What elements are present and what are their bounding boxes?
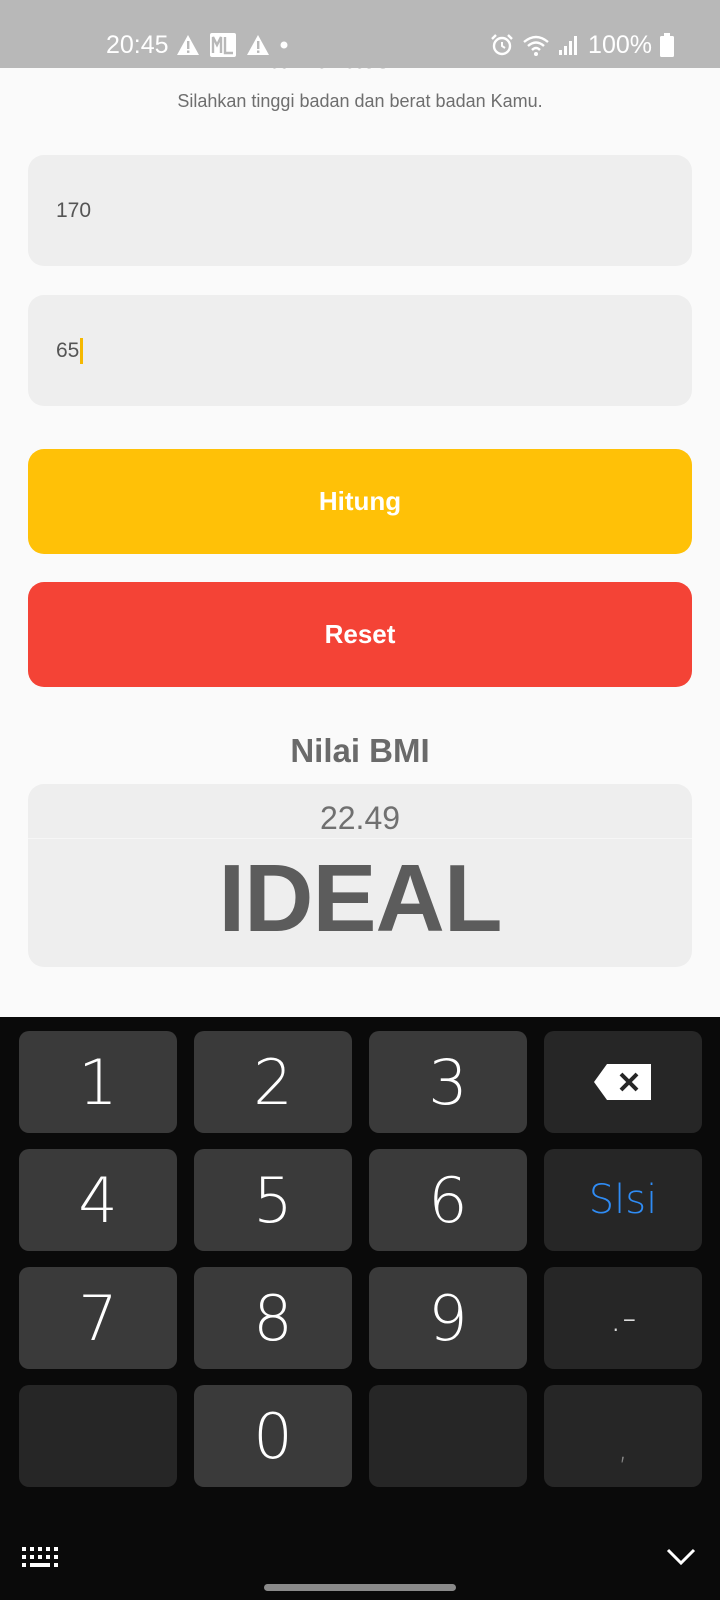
backspace-key[interactable]	[544, 1031, 702, 1133]
page-subtitle: Silahkan tinggi badan dan berat badan Ka…	[177, 91, 543, 111]
key-5[interactable]: 5	[194, 1149, 352, 1251]
key-4[interactable]: 4	[19, 1149, 177, 1251]
done-key[interactable]: Slsi	[544, 1149, 702, 1251]
weight-input-value: 65	[56, 338, 80, 362]
comma-key[interactable]: ,	[544, 1385, 702, 1487]
signal-icon	[559, 36, 578, 55]
divider	[28, 838, 692, 839]
bmi-value: 22.49	[319, 800, 401, 836]
keyboard-switch-icon[interactable]	[22, 1547, 58, 1569]
key-2[interactable]: 2	[194, 1031, 352, 1133]
empty-key-left	[19, 1385, 177, 1487]
battery-percent: 100%	[588, 31, 652, 59]
result-heading: Nilai BMI	[290, 732, 430, 769]
bmi-category: IDEAL	[218, 845, 503, 952]
key-7[interactable]: 7	[19, 1267, 177, 1369]
status-time: 20:45	[106, 31, 169, 59]
result-card: 22.49 IDEAL	[28, 784, 692, 967]
backspace-icon	[594, 1064, 651, 1100]
calculate-button[interactable]: Hitung	[28, 449, 692, 554]
key-3[interactable]: 3	[369, 1031, 527, 1133]
punctuation-key-label: .-	[609, 1295, 637, 1341]
wifi-icon	[523, 35, 549, 56]
alert-icon	[177, 35, 199, 55]
done-key-label: Slsi	[588, 1177, 658, 1223]
key-9[interactable]: 9	[369, 1267, 527, 1369]
punctuation-key[interactable]: .-	[544, 1267, 702, 1369]
height-input[interactable]: 170	[28, 155, 692, 266]
numeric-keyboard: 1 2 3 4 5 6 Slsi 7 8 9 .- 0 ,	[0, 1017, 720, 1600]
status-bar: 20:45 100%	[0, 0, 720, 68]
home-indicator[interactable]	[264, 1584, 456, 1591]
key-6[interactable]: 6	[369, 1149, 527, 1251]
chevron-down-icon[interactable]	[666, 1547, 696, 1567]
key-8[interactable]: 8	[194, 1267, 352, 1369]
alert-icon	[247, 35, 269, 55]
reset-button[interactable]: Reset	[28, 582, 692, 687]
dot-icon	[280, 41, 288, 49]
ml-icon	[210, 33, 236, 57]
key-1[interactable]: 1	[19, 1031, 177, 1133]
key-0[interactable]: 0	[194, 1385, 352, 1487]
system-icons: 100%	[490, 28, 674, 62]
text-cursor	[80, 337, 84, 364]
height-input-value: 170	[56, 198, 92, 222]
notification-icons	[176, 28, 288, 62]
battery-icon	[660, 33, 674, 57]
comma-key-label: ,	[617, 1429, 629, 1467]
screen: 20:45 100% Silahkan tinggi badan dan ber…	[0, 0, 720, 1600]
weight-input[interactable]: 65	[28, 295, 692, 406]
alarm-icon	[491, 34, 513, 56]
empty-key-right	[369, 1385, 527, 1487]
